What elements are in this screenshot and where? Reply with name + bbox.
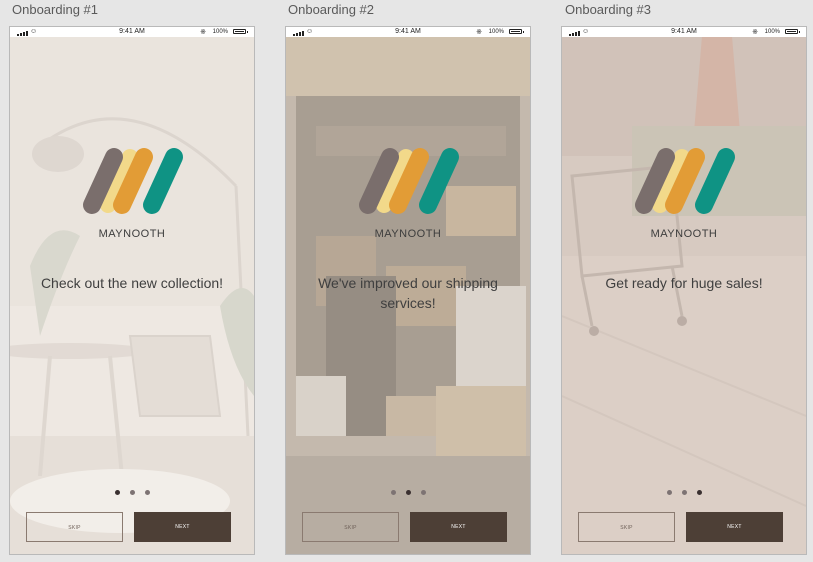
maynooth-logo-icon (83, 148, 183, 214)
page-dot-2[interactable] (129, 490, 135, 495)
onboarding-screen-2: ☺ 9:41 AM ※ 100% MAYNOOTH We've improved… (286, 27, 530, 554)
page-dot-1[interactable] (390, 490, 396, 495)
status-bar: ☺ 9:41 AM ※ 100% (10, 27, 254, 37)
page-dot-2[interactable] (405, 490, 411, 495)
page-dot-3[interactable] (420, 490, 426, 495)
brand-name: MAYNOOTH (650, 228, 718, 240)
battery-percent: 100% (488, 28, 504, 35)
skip-button[interactable]: SKIP (26, 512, 123, 542)
bluetooth-icon: ※ (476, 29, 482, 36)
battery-icon (233, 29, 248, 34)
page-dot-3[interactable] (696, 490, 702, 495)
brand-name: MAYNOOTH (374, 228, 442, 240)
onboarding-screen-1: ☺ 9:41 AM ※ 100% MAYNOOTH Check out the … (10, 27, 254, 554)
next-button[interactable]: NEXT (686, 512, 783, 542)
status-bar: ☺ 9:41 AM ※ 100% (286, 27, 530, 37)
onboarding-headline: Check out the new collection! (40, 275, 224, 291)
page-dot-2[interactable] (681, 490, 687, 495)
page-dot-3[interactable] (144, 490, 150, 495)
onboarding-headline: We've improved our shipping services! (318, 275, 498, 311)
next-button[interactable]: NEXT (410, 512, 507, 542)
page-indicator[interactable] (286, 490, 530, 495)
artboard-title-3: Onboarding #3 (565, 2, 652, 17)
next-button[interactable]: NEXT (134, 512, 231, 542)
page-indicator[interactable] (10, 490, 254, 495)
skip-button[interactable]: SKIP (578, 512, 675, 542)
bluetooth-icon: ※ (200, 29, 206, 36)
page-dot-1[interactable] (666, 490, 672, 495)
page-dot-1[interactable] (114, 490, 120, 495)
maynooth-logo-icon (635, 148, 735, 214)
battery-percent: 100% (764, 28, 780, 35)
brand-name: MAYNOOTH (98, 228, 166, 240)
battery-icon (509, 29, 524, 34)
page-indicator[interactable] (562, 490, 806, 495)
status-bar: ☺ 9:41 AM ※ 100% (562, 27, 806, 37)
skip-button[interactable]: SKIP (302, 512, 399, 542)
onboarding-headline: Get ready for huge sales! (605, 275, 763, 291)
maynooth-logo-icon (359, 148, 459, 214)
onboarding-screen-3: ☺ 9:41 AM ※ 100% MAYNOOTH Get ready for … (562, 27, 806, 554)
battery-icon (785, 29, 800, 34)
artboard-title-2: Onboarding #2 (288, 2, 375, 17)
artboard-title-1: Onboarding #1 (12, 2, 99, 17)
battery-percent: 100% (212, 28, 228, 35)
bluetooth-icon: ※ (752, 29, 758, 36)
